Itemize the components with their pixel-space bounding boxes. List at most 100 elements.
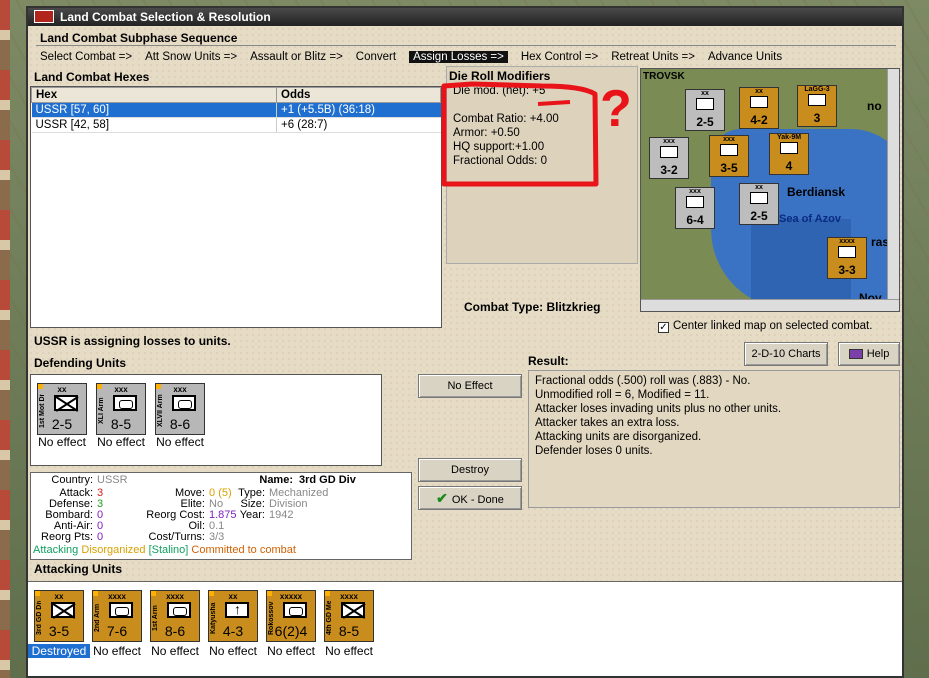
cost-turns-label: Cost/Turns:	[148, 531, 205, 543]
result-line: Defender loses 0 units.	[535, 445, 653, 457]
unit-counter[interactable]: xxKatyusha4-3	[208, 590, 258, 642]
unit-counter[interactable]: xx 3rd GD Div 3-5	[34, 590, 84, 642]
map-unit-size: xxxx	[839, 238, 855, 245]
map-label: no	[867, 99, 882, 113]
country-value: USSR	[97, 474, 128, 486]
unit-info-panel: Country: USSR Attack: 3 Defense: 3 Bomba…	[30, 472, 412, 560]
result-line: Attacker takes an extra loss.	[535, 417, 680, 429]
map-unit-strength: 3-5	[720, 161, 738, 175]
armor-icon	[172, 395, 196, 411]
map-unit-size: Yak-9M	[776, 134, 802, 141]
window-title: Land Combat Selection & Resolution	[60, 10, 271, 24]
help-icon	[848, 349, 863, 360]
unit-counter[interactable]: xxxx 2nd Arm 7-6	[92, 590, 142, 642]
unit-counter[interactable]: xx 1st Mot Div 2-5	[37, 383, 87, 435]
year-label: Year:	[239, 509, 265, 521]
annotation-box	[441, 81, 599, 187]
unit-counter[interactable]: xxxxx Rokossovsky 6(2)4	[266, 590, 316, 642]
minimap-horizontal-scrollbar[interactable]	[641, 299, 899, 311]
minimap-vertical-scrollbar[interactable]	[887, 69, 899, 301]
unit-effect: No effect	[325, 644, 373, 658]
annotation-underline	[537, 100, 571, 106]
minimap[interactable]: Berdiansk Sea of Azov TROVSK no ras Nov …	[640, 68, 900, 312]
map-unit-counter[interactable]: LaGG-3 3	[797, 85, 837, 127]
infantry-icon	[341, 602, 365, 618]
status-disorganized: Disorganized	[81, 544, 146, 556]
unit-size: xxxxx	[279, 592, 303, 601]
country-label: Country:	[51, 474, 93, 486]
unit-symbol-icon	[696, 98, 714, 110]
result-line: Fractional odds (.500) roll was (.883) -…	[535, 375, 751, 387]
help-button[interactable]: Help	[838, 342, 900, 366]
map-unit-size: xx	[701, 90, 709, 97]
map-unit-strength: 4	[785, 159, 793, 173]
map-unit-counter[interactable]: xxx 3-5	[709, 135, 749, 177]
map-unit-counter[interactable]: xx 2-5	[685, 89, 725, 131]
destroy-button[interactable]: Destroy	[418, 458, 522, 482]
status-text: USSR is assigning losses to units.	[34, 334, 231, 348]
no-effect-button[interactable]: No Effect	[418, 374, 522, 398]
map-unit-counter[interactable]: xxx 3-2	[649, 137, 689, 179]
attacking-heading: Attacking Units	[34, 562, 123, 576]
unit-strength: 3-5	[48, 623, 70, 639]
unit-symbol-icon	[750, 96, 768, 108]
unit-size: xx	[228, 592, 238, 601]
checkmark-icon: ✔	[436, 490, 448, 506]
column-header-odds[interactable]: Odds	[276, 87, 441, 103]
unit-strength: 8-5	[110, 416, 132, 432]
subphase-step: Select Combat =>	[40, 51, 133, 63]
status-committed: Committed to combat	[191, 544, 296, 556]
infantry-icon	[51, 602, 75, 618]
map-unit-size: xxx	[689, 188, 701, 195]
table-row[interactable]: USSR [57, 60] +1 (+5.5B) (36:18)	[31, 102, 441, 118]
map-unit-counter[interactable]: xx 2-5	[739, 183, 779, 225]
cost-turns-value: 3/3	[209, 531, 225, 543]
name-value: 3rd GD Div	[299, 474, 356, 486]
unit-counter[interactable]: xxxx 1st Arm 8-6	[150, 590, 200, 642]
map-unit-size: xxx	[663, 138, 675, 145]
armor-icon	[167, 602, 191, 618]
column-header-hex[interactable]: Hex	[31, 87, 277, 103]
unit-symbol-icon	[750, 192, 768, 204]
unit-size: xxxx	[166, 592, 184, 601]
odds-cell: +6 (28:7)	[276, 117, 441, 133]
map-unit-counter[interactable]: xxx 6-4	[675, 187, 715, 229]
hexes-list[interactable]: Hex Odds USSR [57, 60] +1 (+5.5B) (36:18…	[30, 86, 442, 328]
status-line: Attacking Disorganized [Stalino] Committ…	[33, 544, 296, 556]
reorg-value: 0	[97, 531, 104, 543]
name-label: Name:	[259, 474, 293, 486]
unit-effect: No effect	[267, 644, 315, 658]
map-unit-size: xx	[755, 88, 763, 95]
center-map-checkbox[interactable]: ✓	[658, 322, 669, 333]
unit-size: xxx	[114, 385, 128, 394]
result-line: Attacking units are disorganized.	[535, 431, 702, 443]
unit-counter[interactable]: xxx XLVII Arm 8-6	[155, 383, 205, 435]
unit-strength: 6(2)4	[274, 623, 308, 639]
year-value: 1942	[269, 509, 294, 521]
charts-button[interactable]: 2-D-10 Charts	[744, 342, 828, 366]
unit-counter[interactable]: xxxx 4th GD Mech 8-5	[324, 590, 374, 642]
unit-strength: 7-6	[106, 623, 128, 639]
unit-counter[interactable]: xxx XLI Arm 8-5	[96, 383, 146, 435]
unit-strength: 8-6	[169, 416, 191, 432]
unit-effect: No effect	[151, 644, 199, 658]
unit-size: xxxx	[340, 592, 358, 601]
table-row[interactable]: USSR [42, 58] +6 (28:7)	[31, 117, 441, 133]
map-unit-counter[interactable]: xx 4-2	[739, 87, 779, 129]
unit-effect: No effect	[93, 644, 141, 658]
ok-done-button[interactable]: ✔ OK - Done	[418, 486, 522, 510]
result-panel: Fractional odds (.500) roll was (.883) -…	[528, 370, 900, 508]
unit-size: xx	[54, 592, 64, 601]
unit-effect: Destroyed	[28, 644, 90, 658]
unit-symbol-icon	[660, 146, 678, 158]
map-unit-counter[interactable]: Yak-9M 4	[769, 133, 809, 175]
map-unit-counter[interactable]: xxxx 3-3	[827, 237, 867, 279]
odds-cell: +1 (+5.5B) (36:18)	[276, 102, 441, 118]
result-heading: Result:	[528, 354, 569, 368]
armor-icon	[113, 395, 137, 411]
infantry-icon	[54, 395, 78, 411]
result-line: Unmodified roll = 6, Modified = 11.	[535, 389, 710, 401]
combat-type: Combat Type: Blitzkrieg	[464, 300, 601, 314]
map-unit-strength: 2-5	[696, 115, 714, 129]
unit-symbol-icon	[686, 196, 704, 208]
